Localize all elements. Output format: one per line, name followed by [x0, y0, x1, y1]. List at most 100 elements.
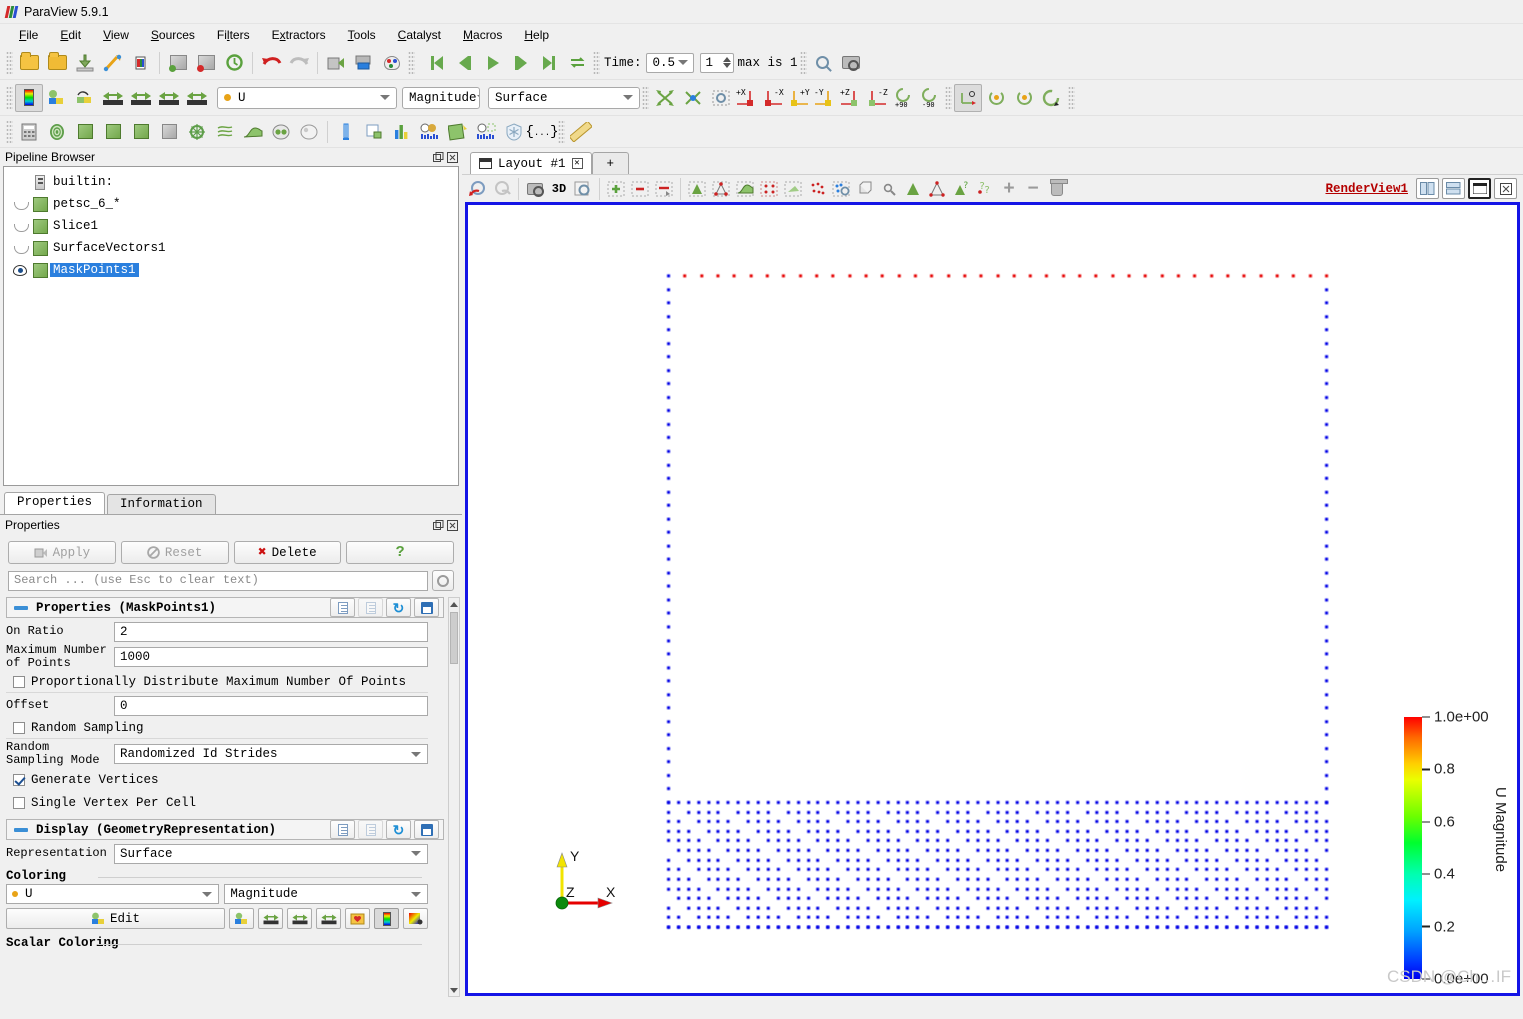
tab-properties[interactable]: Properties: [4, 492, 106, 514]
single-vertex-per-cell-checkbox[interactable]: [13, 796, 25, 809]
visibility-toggle-icon[interactable]: [10, 222, 30, 232]
zoom-to-box-icon[interactable]: [707, 84, 735, 112]
pipeline-item-petsc[interactable]: petsc_6_*: [4, 193, 458, 215]
close-view-button[interactable]: [1494, 178, 1517, 199]
copy-display-button[interactable]: [330, 820, 355, 839]
reset-session-icon[interactable]: [220, 49, 248, 77]
rescale-over-time-button[interactable]: [316, 908, 341, 929]
paste-display-button[interactable]: [358, 820, 383, 839]
camera-plus-x-icon[interactable]: +X: [735, 84, 761, 112]
pipeline-item-builtin[interactable]: builtin:: [4, 171, 458, 193]
stream-tracer-filter-icon[interactable]: [211, 118, 239, 146]
reset-camera-icon[interactable]: [651, 84, 679, 112]
menu-view[interactable]: View: [92, 26, 140, 44]
tab-information[interactable]: Information: [107, 494, 216, 514]
find-data-icon[interactable]: ??: [973, 177, 997, 201]
reset-center-icon[interactable]: [982, 84, 1010, 112]
generate-vertices-row[interactable]: Generate Vertices: [6, 769, 428, 790]
connect-server-icon[interactable]: [164, 49, 192, 77]
histogram-icon[interactable]: [388, 118, 416, 146]
scalar-bar-legend[interactable]: 1.0e+00 0.8 0.6 0.4 0.2 0.0e+00 U Magnit…: [1404, 709, 1509, 988]
glyph-filter-icon[interactable]: [183, 118, 211, 146]
scrollbar-thumb[interactable]: [450, 612, 458, 664]
orientation-axes-widget[interactable]: Y X Z: [550, 845, 620, 915]
spinner-arrows-icon[interactable]: [722, 57, 733, 68]
edit-color-map-icon[interactable]: [43, 84, 71, 112]
plot-selection-over-time-icon[interactable]: [360, 118, 388, 146]
pipeline-browser[interactable]: builtin: petsc_6_* Slice1 SurfaceVectors…: [3, 166, 459, 486]
toolbar-grip-6[interactable]: [642, 85, 649, 110]
toolbar-grip-10[interactable]: [558, 119, 565, 144]
proportional-distribute-checkbox[interactable]: [13, 676, 25, 688]
toolbar-grip-5[interactable]: [6, 85, 13, 110]
contour-filter-icon[interactable]: [43, 118, 71, 146]
close-panel-icon[interactable]: [446, 519, 458, 531]
visibility-toggle-icon[interactable]: [10, 244, 30, 254]
menu-catalyst[interactable]: Catalyst: [387, 26, 452, 44]
scroll-up-icon[interactable]: [449, 598, 459, 610]
python-shell-icon[interactable]: [444, 118, 472, 146]
interaction-undo-icon[interactable]: [466, 177, 490, 201]
toolbar-grip-9[interactable]: [6, 119, 13, 144]
toolbar-grip-2[interactable]: [408, 50, 415, 75]
last-frame-button[interactable]: [535, 49, 563, 77]
toolbar-grip-4[interactable]: [799, 50, 807, 75]
measurement-ruler-icon[interactable]: [567, 118, 595, 146]
save-display-defaults-button[interactable]: [414, 820, 439, 839]
menu-edit[interactable]: Edit: [49, 26, 92, 44]
delete-plot-icon[interactable]: [1045, 177, 1069, 201]
visibility-toggle-icon[interactable]: [10, 200, 30, 210]
render-view-title[interactable]: RenderView1: [1325, 182, 1408, 196]
split-horizontal-button[interactable]: [1416, 178, 1439, 199]
undock-icon[interactable]: [432, 519, 444, 531]
zoom-to-data-icon[interactable]: [679, 84, 707, 112]
extract-level-filter-icon[interactable]: [295, 118, 323, 146]
subtract-selection-icon[interactable]: [628, 177, 652, 201]
select-help-icon[interactable]: ?: [949, 177, 973, 201]
toolbar-grip-8[interactable]: [1068, 85, 1075, 110]
properties-search-input[interactable]: Search ... (use Esc to clear text): [8, 570, 428, 591]
threshold-filter-icon[interactable]: [127, 118, 155, 146]
menu-help[interactable]: Help: [513, 26, 560, 44]
open-file-icon[interactable]: [15, 49, 43, 77]
select-cells-icon[interactable]: [685, 177, 709, 201]
tab-layout-1[interactable]: Layout #1 ✕: [470, 152, 592, 174]
offset-input[interactable]: 0: [114, 695, 428, 716]
delete-button[interactable]: ✖ Delete: [233, 541, 342, 564]
coloring-array-combo[interactable]: U: [6, 884, 220, 904]
zoom-selection-icon[interactable]: [571, 177, 595, 201]
proportional-distribute-row[interactable]: Proportionally Distribute Maximum Number…: [6, 672, 428, 693]
random-sampling-checkbox[interactable]: [13, 722, 25, 734]
toggle-color-legend-button[interactable]: [374, 908, 399, 929]
camera-minus-y-icon[interactable]: -Y: [813, 84, 839, 112]
time-inspector-icon[interactable]: [472, 118, 500, 146]
select-frustum-cells-icon[interactable]: [757, 177, 781, 201]
visibility-toggle-icon[interactable]: [10, 264, 30, 276]
pipeline-item-slice1[interactable]: Slice1: [4, 215, 458, 237]
toolbar-grip[interactable]: [6, 50, 13, 75]
representation-combo[interactable]: Surface: [114, 843, 428, 864]
add-plot-icon[interactable]: +: [997, 177, 1021, 201]
zoom-data-icon[interactable]: [809, 49, 837, 77]
single-vertex-per-cell-row[interactable]: Single Vertex Per Cell: [6, 792, 428, 813]
toggle-color-legend-icon[interactable]: [15, 83, 43, 112]
random-sampling-mode-combo[interactable]: Randomized Id Strides: [114, 744, 428, 764]
camera-mode-icon[interactable]: [523, 177, 547, 201]
frame-index-spinbox[interactable]: 1: [699, 52, 734, 73]
clip-filter-icon[interactable]: [71, 118, 99, 146]
show-center-icon[interactable]: [954, 83, 982, 112]
next-frame-button[interactable]: [507, 49, 535, 77]
hover-cells-icon[interactable]: [901, 177, 925, 201]
remove-plot-icon[interactable]: −: [1021, 177, 1045, 201]
properties-section-header[interactable]: Properties (MaskPoints1) ↻: [6, 597, 444, 618]
paste-properties-button[interactable]: [358, 598, 383, 617]
edit-color-legend-button[interactable]: [403, 908, 428, 929]
properties-scroll-area[interactable]: Properties (MaskPoints1) ↻ On Ratio 2 Ma…: [0, 595, 462, 999]
select-block-surface-icon[interactable]: [853, 177, 877, 201]
menu-file[interactable]: File: [8, 26, 49, 44]
close-layout-icon[interactable]: ✕: [571, 158, 583, 169]
rotate-90-cw-icon[interactable]: +90: [891, 84, 917, 112]
macro-braces-icon[interactable]: {...}: [526, 118, 559, 146]
memory-inspector-icon[interactable]: [500, 118, 528, 146]
screenshot-icon[interactable]: [350, 49, 378, 77]
